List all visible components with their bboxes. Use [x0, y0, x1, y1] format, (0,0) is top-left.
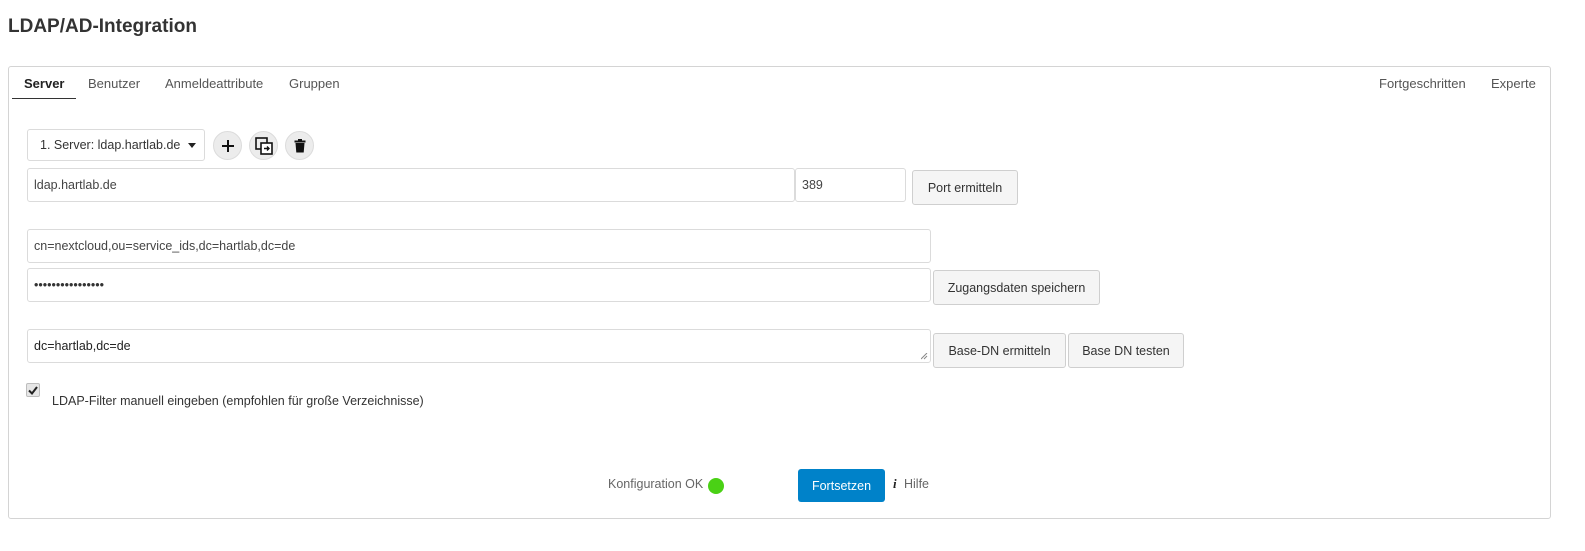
plus-icon — [221, 139, 234, 152]
port-detect-button[interactable]: Port ermitteln — [912, 170, 1018, 205]
add-server-button[interactable] — [213, 131, 242, 160]
tab-anmeldeattribute[interactable]: Anmeldeattribute — [165, 76, 263, 97]
config-status-text: Konfiguration OK — [608, 477, 704, 491]
copy-config-icon — [254, 136, 273, 155]
tab-server[interactable]: Server — [24, 76, 64, 97]
status-ok-indicator — [708, 478, 724, 494]
tab-experte[interactable]: Experte — [1491, 76, 1536, 97]
delete-server-button[interactable] — [285, 131, 314, 160]
tab-fortgeschritten[interactable]: Fortgeschritten — [1379, 76, 1466, 97]
info-icon: i — [893, 476, 897, 491]
continue-button[interactable]: Fortsetzen — [798, 469, 885, 502]
base-dn-detect-button[interactable]: Base-DN ermitteln — [933, 333, 1066, 368]
base-dn-value: dc=hartlab,dc=de — [34, 339, 131, 353]
tab-gruppen[interactable]: Gruppen — [289, 76, 340, 97]
checkmark-icon — [28, 385, 38, 395]
caret-down-icon — [188, 143, 196, 148]
server-select-value: 1. Server: ldap.hartlab.de — [40, 138, 181, 152]
tab-benutzer[interactable]: Benutzer — [88, 76, 140, 97]
password-input[interactable]: •••••••••••••••• — [27, 268, 931, 302]
save-credentials-button[interactable]: Zugangsdaten speichern — [933, 270, 1100, 305]
port-input[interactable]: 389 — [795, 168, 906, 202]
help-link[interactable]: Hilfe — [904, 477, 929, 491]
active-tab-indicator — [12, 98, 76, 99]
ldap-wizard-panel: Server Benutzer Anmeldeattribute Gruppen… — [8, 66, 1551, 519]
server-select[interactable]: 1. Server: ldap.hartlab.de — [27, 129, 205, 161]
bind-dn-input[interactable]: cn=nextcloud,ou=service_ids,dc=hartlab,d… — [27, 229, 931, 263]
page-title: LDAP/AD-Integration — [8, 16, 197, 37]
manual-filter-label[interactable]: LDAP-Filter manuell eingeben (empfohlen … — [52, 394, 424, 408]
base-dn-test-button[interactable]: Base DN testen — [1068, 333, 1184, 368]
host-input[interactable]: ldap.hartlab.de — [27, 168, 795, 202]
base-dn-textarea[interactable]: dc=hartlab,dc=de — [27, 329, 931, 363]
copy-server-button[interactable] — [249, 131, 278, 160]
resize-handle-icon[interactable] — [921, 353, 928, 360]
trash-icon — [294, 138, 305, 152]
manual-filter-checkbox[interactable] — [26, 383, 40, 397]
